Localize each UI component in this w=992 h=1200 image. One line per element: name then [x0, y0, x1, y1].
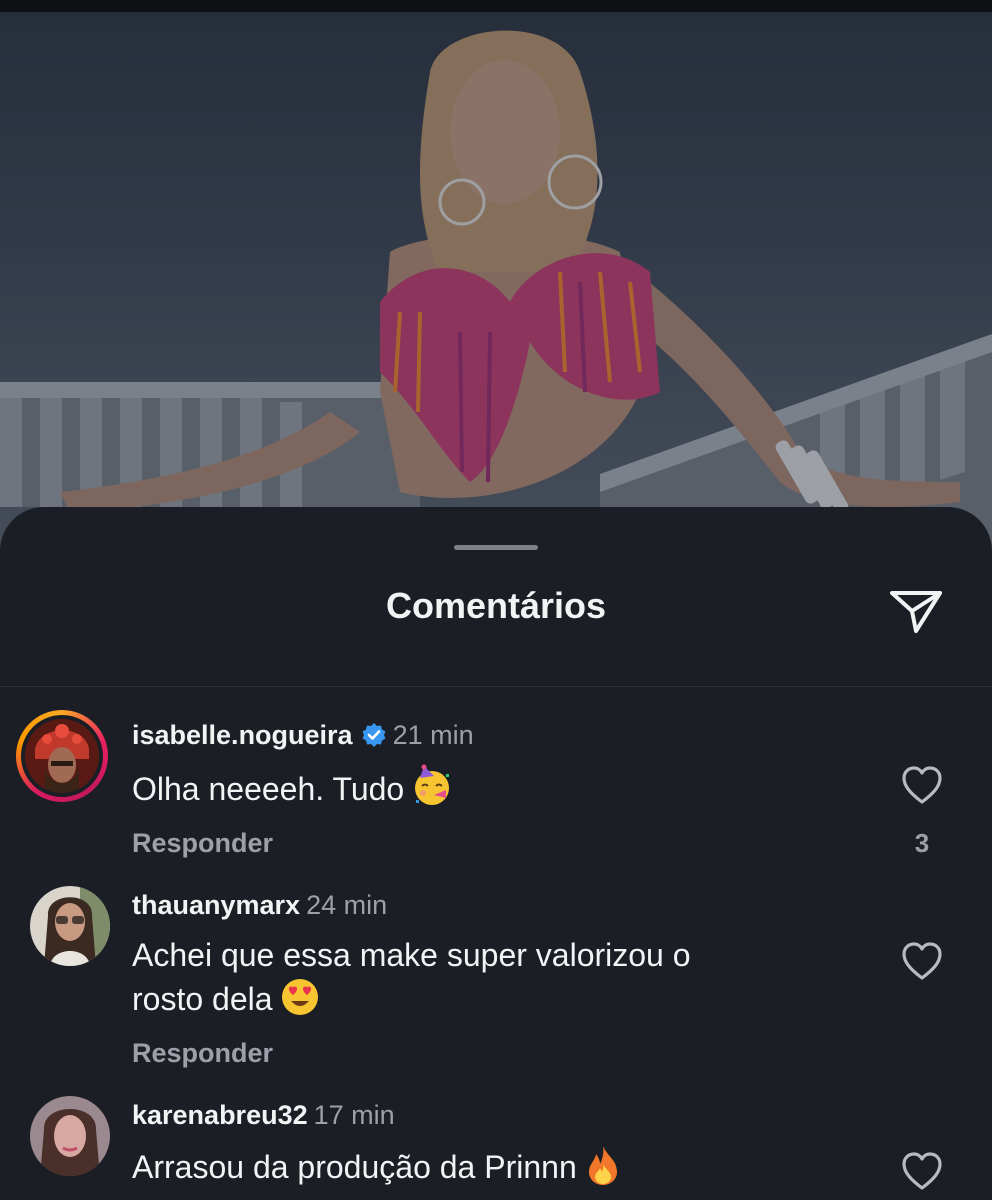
post-photo-illustration — [0, 12, 992, 552]
avatar[interactable] — [16, 710, 108, 802]
comment-username[interactable]: thauanymarx — [132, 890, 300, 920]
comment-time: 21 min — [392, 720, 474, 750]
sheet-title: Comentários — [385, 585, 607, 626]
comment-meta: thauanymarx 24 min — [132, 890, 387, 921]
reply-button[interactable]: Responder — [132, 1038, 273, 1069]
avatar[interactable] — [30, 1096, 110, 1176]
like-count: 3 — [914, 828, 930, 858]
post-photo — [0, 12, 992, 552]
avatar[interactable] — [30, 886, 110, 966]
comment-text-line: Achei que essa make super valorizou o — [132, 937, 691, 973]
comment-text: Olha neeeeh. Tudo — [132, 764, 832, 818]
comment-text: Achei que essa make super valorizou o ro… — [132, 934, 832, 1028]
verified-badge-icon — [361, 722, 387, 748]
comment-username[interactable]: isabelle.nogueira — [132, 720, 353, 750]
comment-text-line-2: rosto dela — [132, 976, 832, 1028]
heart-icon[interactable] — [900, 1150, 944, 1194]
heart-eyes-face-icon — [279, 976, 321, 1028]
comment-time: 24 min — [306, 890, 388, 920]
comment-text-content: Arrasou da produção da Prinnn — [132, 1149, 577, 1185]
comment-time: 17 min — [313, 1100, 395, 1130]
reply-button[interactable]: Responder — [132, 828, 273, 859]
sheet-divider — [0, 686, 992, 687]
status-bar-strip — [0, 0, 992, 12]
comment-text: Arrasou da produção da Prinnn — [132, 1144, 832, 1196]
comment-meta: isabelle.nogueira 21 min — [132, 720, 474, 751]
avatar-image — [30, 886, 110, 966]
sheet-grabber[interactable] — [454, 545, 538, 550]
comments-sheet: Comentários isabelle.nogueira 21 min Olh… — [0, 507, 992, 1200]
comment-text-content: rosto dela — [132, 981, 273, 1017]
avatar-image — [25, 719, 99, 793]
comment-meta: karenabreu32 17 min — [132, 1100, 395, 1131]
heart-icon[interactable] — [900, 764, 944, 808]
comment-username[interactable]: karenabreu32 — [132, 1100, 308, 1130]
heart-icon[interactable] — [900, 940, 944, 984]
avatar-image — [30, 1096, 110, 1176]
fire-icon — [583, 1144, 623, 1196]
comment-text-content: Olha neeeeh. Tudo — [132, 771, 405, 807]
partying-face-icon — [410, 764, 454, 818]
paper-plane-icon[interactable] — [886, 581, 946, 641]
